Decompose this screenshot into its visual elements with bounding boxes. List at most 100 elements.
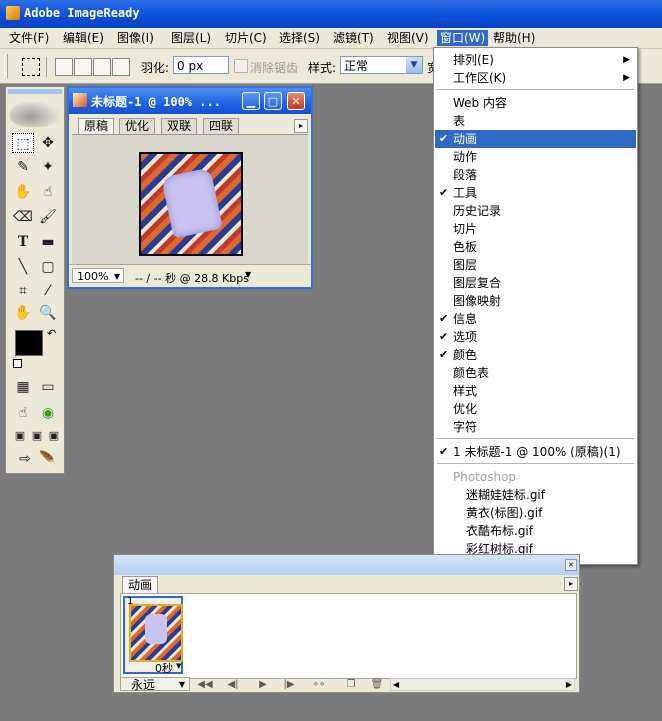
scroll-left-icon[interactable]: ◀ bbox=[393, 679, 399, 690]
default-colors-icon[interactable] bbox=[13, 359, 22, 368]
marquee-tool-icon[interactable]: ⬚ bbox=[12, 133, 34, 153]
document-image[interactable] bbox=[139, 152, 243, 256]
zoom-select[interactable]: 100% ▼ bbox=[72, 268, 124, 283]
frame-delay-chevron-icon[interactable]: ▼ bbox=[176, 662, 181, 670]
add-to-selection-icon[interactable] bbox=[74, 58, 92, 76]
window-menu-item[interactable]: 优化 bbox=[435, 400, 636, 418]
document-title-bar[interactable]: 未标题-1 @ 100% ... ▁ □ ✕ bbox=[69, 88, 311, 114]
move-tool-icon[interactable]: ✥ bbox=[37, 133, 59, 153]
window-menu-item[interactable]: Web 内容 bbox=[435, 94, 636, 112]
tab-document-view-3[interactable]: 四联 bbox=[203, 118, 240, 134]
status-chevron-down-icon[interactable]: ▼ bbox=[245, 270, 251, 279]
animation-frame[interactable]: 1 0秒 ▼ bbox=[123, 596, 183, 676]
window-menu-item[interactable]: ✔ 选项 bbox=[435, 328, 636, 346]
jump-to-photoshop-icon[interactable]: ⇨ bbox=[14, 449, 36, 469]
new-selection-icon[interactable] bbox=[55, 58, 73, 76]
type-tool-icon[interactable]: T bbox=[12, 232, 34, 252]
line-tool-icon[interactable]: ╲ bbox=[12, 257, 34, 277]
window-menu-item[interactable]: ✔ 工具 bbox=[435, 184, 636, 202]
delete-frame-icon[interactable]: 🗑 bbox=[368, 678, 386, 691]
lasso-tool-icon[interactable]: ✎ bbox=[12, 157, 34, 177]
brush-tool-icon[interactable]: 🖌 bbox=[37, 207, 59, 227]
feather-input[interactable]: 0 px bbox=[173, 56, 229, 74]
preview-document-icon[interactable]: ☝ bbox=[12, 403, 34, 423]
frames-scrollbar[interactable]: ◀ ▶ bbox=[390, 678, 575, 691]
window-menu-item[interactable]: 黄衣(标图).gif bbox=[435, 504, 636, 522]
toggle-slice-visibility-icon[interactable]: ▦ bbox=[12, 377, 34, 397]
window-menu-item[interactable]: 工作区(K) ▶ bbox=[435, 69, 636, 87]
rounded-rect-tool-icon[interactable]: ▢ bbox=[37, 257, 59, 277]
tab-document-view-1[interactable]: 优化 bbox=[119, 118, 156, 134]
play-icon[interactable]: ▶ bbox=[254, 678, 272, 691]
window-menu-item[interactable]: 历史记录 bbox=[435, 202, 636, 220]
animation-palette-titlebar[interactable]: ✕ bbox=[114, 555, 579, 575]
window-menu-item[interactable]: ✔ 1 未标题-1 @ 100% (原稿)(1) bbox=[435, 443, 636, 461]
window-menu-item[interactable]: 颜色表 bbox=[435, 364, 636, 382]
menu-item-3[interactable]: 图层(L) bbox=[168, 30, 214, 46]
zoom-tool-icon[interactable]: 🔍 bbox=[37, 303, 59, 323]
menu-item-0[interactable]: 文件(F) bbox=[6, 30, 52, 46]
scroll-right-icon[interactable]: ▶ bbox=[566, 679, 572, 690]
menu-item-7[interactable]: 视图(V) bbox=[384, 30, 432, 46]
window-menu-item[interactable]: 段落 bbox=[435, 166, 636, 184]
swap-colors-icon[interactable]: ↶ bbox=[47, 327, 56, 340]
menu-item-4[interactable]: 切片(C) bbox=[222, 30, 270, 46]
slice-tool-icon[interactable]: ✋ bbox=[12, 182, 34, 202]
window-menu-item[interactable]: 衣酷布标.gif bbox=[435, 522, 636, 540]
crop-tool-icon[interactable]: ⌗ bbox=[12, 281, 34, 301]
window-menu-item[interactable]: 色板 bbox=[435, 238, 636, 256]
feather-logo-icon[interactable] bbox=[10, 101, 60, 127]
window-menu-item[interactable]: 切片 bbox=[435, 220, 636, 238]
new-frame-icon[interactable]: ❐ bbox=[342, 678, 360, 691]
loop-select[interactable]: 永远 ▼ bbox=[120, 677, 190, 692]
toggle-image-map-icon[interactable]: ▭ bbox=[37, 377, 59, 397]
preview-in-browser-icon[interactable]: ◉ bbox=[37, 403, 59, 423]
chevron-down-icon[interactable]: ▼ bbox=[406, 57, 422, 73]
window-menu-item[interactable]: 表 bbox=[435, 112, 636, 130]
menu-item-9[interactable]: 帮助(H) bbox=[490, 30, 538, 46]
palette-close-icon[interactable]: ✕ bbox=[565, 559, 577, 571]
tween-icon[interactable]: ∘∘ bbox=[310, 678, 328, 691]
maximize-button[interactable]: □ bbox=[264, 92, 282, 110]
intersect-selection-icon[interactable] bbox=[112, 58, 130, 76]
marquee-tool-preset-icon[interactable] bbox=[22, 58, 40, 76]
photoshop-feather-icon[interactable]: 🪶 bbox=[37, 449, 59, 469]
minimize-button[interactable]: ▁ bbox=[242, 92, 260, 110]
document-menu-arrow-icon[interactable]: ▸ bbox=[294, 119, 308, 133]
options-grip[interactable] bbox=[4, 54, 8, 78]
window-menu-item[interactable]: 样式 bbox=[435, 382, 636, 400]
magic-wand-tool-icon[interactable]: ✦ bbox=[37, 157, 59, 177]
next-frame-icon[interactable]: |▶ bbox=[280, 678, 298, 691]
frame-delay[interactable]: 0秒 bbox=[155, 660, 173, 676]
antialias-checkbox[interactable] bbox=[234, 59, 248, 73]
window-menu-item[interactable]: ✔ 动画 bbox=[435, 130, 636, 148]
tab-animation[interactable]: 动画 bbox=[122, 576, 159, 593]
previous-frame-icon[interactable]: ◀| bbox=[224, 678, 242, 691]
first-frame-icon[interactable]: ◀◀ bbox=[196, 678, 214, 691]
hand-tool-icon[interactable]: ✋ bbox=[12, 303, 34, 323]
window-menu-item[interactable]: 排列(E) ▶ bbox=[435, 51, 636, 69]
rectangle-tool-icon[interactable]: ▬ bbox=[37, 232, 59, 252]
window-menu-item[interactable]: 动作 bbox=[435, 148, 636, 166]
window-menu-item[interactable]: 图层复合 bbox=[435, 274, 636, 292]
menu-item-6[interactable]: 滤镜(T) bbox=[330, 30, 377, 46]
tools-palette-titlebar[interactable] bbox=[8, 89, 62, 94]
download-time-status[interactable]: -- / -- 秒 @ 28.8 Kbps bbox=[135, 270, 249, 286]
slice-select-tool-icon[interactable]: ☝ bbox=[37, 182, 59, 202]
eraser-tool-icon[interactable]: ⌫ bbox=[12, 207, 34, 227]
window-menu-item[interactable]: ✔ 颜色 bbox=[435, 346, 636, 364]
window-menu-item[interactable]: 图像映射 bbox=[435, 292, 636, 310]
tab-document-view-0[interactable]: 原稿 bbox=[78, 118, 115, 134]
window-menu-item[interactable]: ✔ 信息 bbox=[435, 310, 636, 328]
window-menu-item[interactable]: 迷糊娃娃标.gif bbox=[435, 486, 636, 504]
style-select[interactable]: 正常 ▼ bbox=[340, 56, 423, 74]
menu-item-2[interactable]: 图像(I) bbox=[114, 30, 157, 46]
close-button[interactable]: ✕ bbox=[287, 92, 305, 110]
window-menu-item[interactable]: 图层 bbox=[435, 256, 636, 274]
menu-item-8[interactable]: 窗口(W) bbox=[437, 30, 489, 46]
menu-item-5[interactable]: 选择(S) bbox=[276, 30, 323, 46]
eyedropper-tool-icon[interactable]: ⁄ bbox=[37, 281, 59, 301]
window-menu-item[interactable]: 字符 bbox=[435, 418, 636, 436]
animation-menu-arrow-icon[interactable]: ▸ bbox=[564, 577, 578, 591]
subtract-from-selection-icon[interactable] bbox=[93, 58, 111, 76]
